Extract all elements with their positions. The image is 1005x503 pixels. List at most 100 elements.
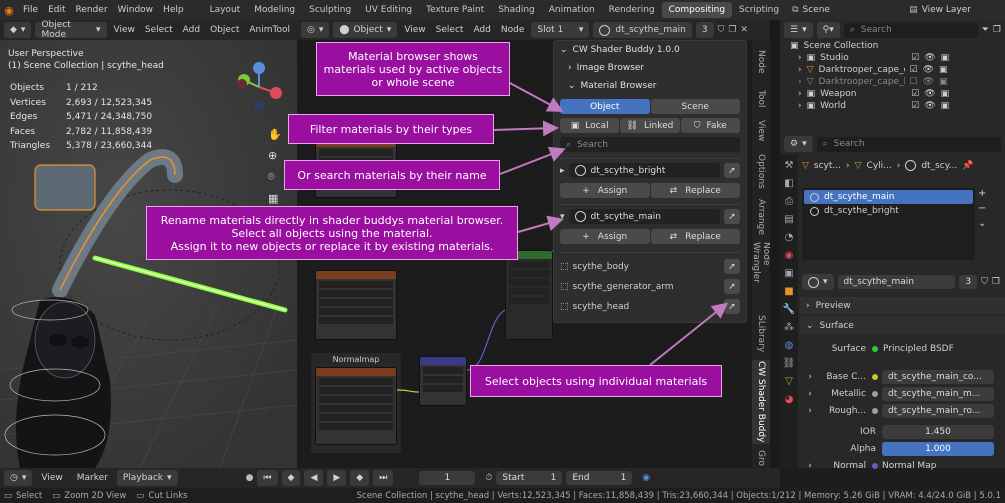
outliner-item[interactable]: ›▽Darktrooper_cape_con☑👁▣ xyxy=(780,64,1005,76)
chevron-right-icon[interactable]: › xyxy=(800,389,820,399)
remove-slot-icon[interactable]: − xyxy=(978,203,986,214)
sidebar-tab-node[interactable]: Node xyxy=(752,42,770,82)
surface-section-header[interactable]: ⌄ Surface xyxy=(800,317,1005,334)
output-tab-icon[interactable]: ⎙ xyxy=(785,196,793,207)
select-object-cursor-icon[interactable]: ➚ xyxy=(724,279,740,294)
eye-icon[interactable]: 👁 xyxy=(923,77,934,87)
preview-section-header[interactable]: › Preview xyxy=(800,297,1005,314)
keying-icon[interactable]: ◉ xyxy=(642,473,650,483)
timeline-menu-marker[interactable]: Marker xyxy=(72,473,113,483)
timeline-type-button[interactable]: ◷ ▾ xyxy=(4,470,33,486)
playback-dropdown[interactable]: Playback ▾ xyxy=(116,470,178,486)
camera-icon[interactable]: ▣ xyxy=(941,89,950,99)
sidebar-tab-tool[interactable]: Tool xyxy=(752,84,770,114)
outliner-item[interactable]: ›▽Darktrooper_cape_hoc☐👁▣ xyxy=(780,76,1005,88)
chevron-right-icon[interactable]: ▸ xyxy=(560,166,565,176)
prev-key-icon[interactable]: ◆ xyxy=(281,470,301,486)
start-frame-field[interactable]: Start 1 xyxy=(496,471,563,485)
eye-icon[interactable]: 👁 xyxy=(924,101,935,111)
tab-scripting[interactable]: Scripting xyxy=(732,2,786,18)
jump-start-icon[interactable]: ⏮ xyxy=(257,470,278,486)
tab-rendering[interactable]: Rendering xyxy=(602,2,662,18)
tab-uv-editing[interactable]: UV Editing xyxy=(358,2,419,18)
chevron-right-icon[interactable]: › xyxy=(800,461,820,471)
timeline-menu-view[interactable]: View xyxy=(36,473,67,483)
filter-local-button[interactable]: ▣ Local xyxy=(560,118,620,133)
outliner-type-button[interactable]: ☰ ▾ xyxy=(784,22,813,38)
outliner-search-input[interactable]: ⌕ Search xyxy=(843,22,978,38)
menu-window[interactable]: Window xyxy=(113,5,159,15)
tab-modeling[interactable]: Modeling xyxy=(247,2,302,18)
material-user-count[interactable]: 3 xyxy=(959,275,978,289)
material-browser-header[interactable]: ⌄ Material Browser xyxy=(554,77,746,95)
tab-sculpting[interactable]: Sculpting xyxy=(302,2,358,18)
properties-type-button[interactable]: ⚙ ▾ xyxy=(784,136,813,152)
camera-icon[interactable]: ⌾ xyxy=(268,170,282,184)
material-name-field[interactable]: dt_scythe_main xyxy=(837,275,956,289)
play-reverse-icon[interactable]: ◀ xyxy=(304,470,324,486)
chevron-right-icon[interactable]: › xyxy=(800,372,820,382)
viewport-menu-animtool[interactable]: AnimTool xyxy=(246,25,293,35)
scene-tab-icon[interactable]: ◔ xyxy=(785,232,794,243)
checkbox-icon[interactable]: ☐ xyxy=(910,77,918,87)
sidebar-tab-view[interactable]: View xyxy=(752,116,770,146)
tab-shading[interactable]: Shading xyxy=(491,2,542,18)
material-search-input[interactable]: ⌕ Search xyxy=(560,137,740,152)
viewport-menu-view[interactable]: View xyxy=(111,25,138,35)
hand-icon[interactable]: ✋ xyxy=(268,128,282,141)
scope-object-button[interactable]: Object xyxy=(560,99,650,114)
end-frame-field[interactable]: End 1 xyxy=(566,471,633,485)
filter-linked-button[interactable]: ⛓ Linked xyxy=(620,118,680,133)
navigation-gizmo[interactable] xyxy=(232,60,286,114)
sidebar-tab-cw-shader-buddy[interactable]: CW Shader Buddy xyxy=(752,360,770,444)
eye-icon[interactable]: 👁 xyxy=(923,65,934,75)
assign-button[interactable]: + Assign xyxy=(560,229,650,244)
menu-render[interactable]: Render xyxy=(71,5,113,15)
eye-icon[interactable]: 👁 xyxy=(924,89,935,99)
data-tab-icon[interactable]: ▽ xyxy=(785,376,793,387)
tab-layout[interactable]: Layout xyxy=(203,2,248,18)
material-slot-item[interactable]: dt_scythe_main xyxy=(804,190,973,204)
physics-tab-icon[interactable]: ◍ xyxy=(785,340,794,351)
eye-icon[interactable]: 👁 xyxy=(924,53,935,63)
checkbox-icon[interactable]: ☑ xyxy=(910,65,918,75)
sidebar-tab-options[interactable]: Options xyxy=(752,150,770,192)
mode-dropdown[interactable]: Object Mode ▾ xyxy=(35,20,107,40)
constraints-tab-icon[interactable]: ⛓ xyxy=(783,358,796,369)
modifier-tab-icon[interactable]: 🔧 xyxy=(783,304,795,315)
play-icon[interactable]: ▶ xyxy=(327,470,347,486)
sidebar-tab-arrange[interactable]: Arrange xyxy=(752,196,770,238)
world-tab-icon[interactable]: ◉ xyxy=(785,250,794,261)
grid-icon[interactable]: ▦ xyxy=(268,192,282,205)
tool-tab-icon[interactable]: ⚒ xyxy=(785,160,794,171)
filter-icon[interactable]: ⚲▾ xyxy=(816,22,840,38)
material-name-field[interactable]: dt_scythe_bright xyxy=(568,163,720,178)
assign-button[interactable]: + Assign xyxy=(560,183,650,198)
current-frame-field[interactable]: 1 xyxy=(419,471,476,485)
menu-edit[interactable]: Edit xyxy=(43,5,70,15)
replace-button[interactable]: ⇄ Replace xyxy=(650,183,740,198)
sidebar-tab-gro[interactable]: Gro xyxy=(752,448,770,468)
tab-texture-paint[interactable]: Texture Paint xyxy=(419,2,491,18)
outliner-item[interactable]: › ▣ World ☑ 👁 ▣ xyxy=(780,100,1005,112)
camera-icon[interactable]: ▣ xyxy=(939,77,948,87)
view-layer-selector[interactable]: ▤ View Layer xyxy=(909,5,971,15)
menu-file[interactable]: File xyxy=(18,5,43,15)
checkbox-icon[interactable]: ☑ xyxy=(911,89,919,99)
outliner-item[interactable]: › ▣ Studio ☑ 👁 ▣ xyxy=(780,52,1005,64)
render-tab-icon[interactable]: ◧ xyxy=(784,178,793,189)
scene-selector[interactable]: ⧉ Scene xyxy=(792,5,830,15)
particles-tab-icon[interactable]: ⁂ xyxy=(784,322,794,333)
editor-type-button[interactable]: ◆ ▾ xyxy=(4,22,32,38)
replace-button[interactable]: ⇄ Replace xyxy=(650,229,740,244)
camera-icon[interactable]: ▣ xyxy=(941,53,950,63)
viewport-menu-select[interactable]: Select xyxy=(142,25,176,35)
next-key-icon[interactable]: ◆ xyxy=(350,470,370,486)
copy-icon[interactable]: ❐ xyxy=(992,277,1000,287)
area-divider[interactable] xyxy=(770,20,780,468)
sidebar-tab-node-wrangler[interactable]: Node Wrangler xyxy=(751,242,771,306)
chevron-down-icon[interactable]: ▾ xyxy=(560,212,565,222)
blender-logo-icon[interactable]: ◉ xyxy=(0,4,18,17)
panel-header[interactable]: ⌄ CW Shader Buddy 1.0.0 xyxy=(554,41,746,59)
time-stopwatch-icon[interactable]: ⏱ xyxy=(485,473,492,483)
